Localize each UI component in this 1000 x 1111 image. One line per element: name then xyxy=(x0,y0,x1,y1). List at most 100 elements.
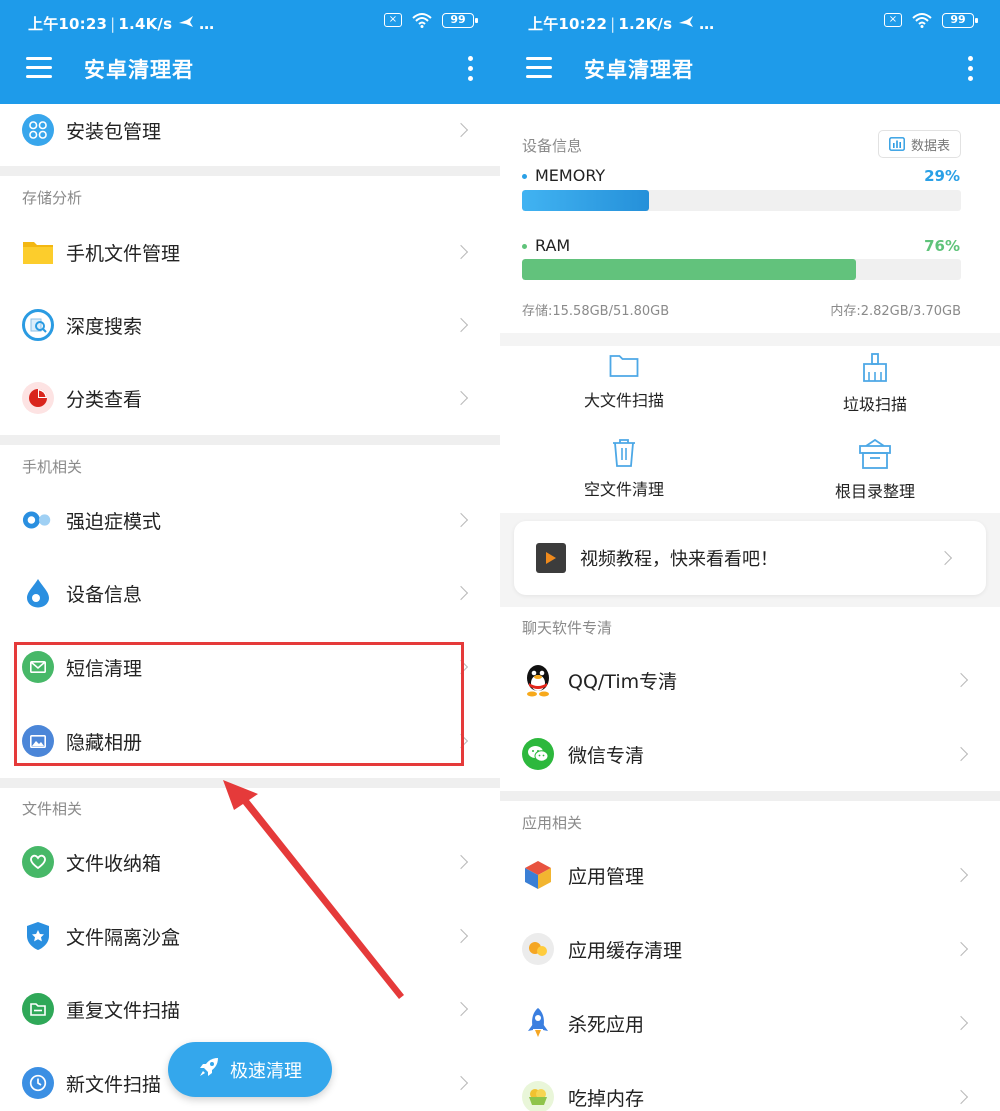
chevron-right-icon xyxy=(953,867,969,883)
data-table-button[interactable]: 数据表 xyxy=(878,130,961,158)
qq-penguin-icon xyxy=(522,664,554,697)
chevron-right-icon xyxy=(453,1001,469,1017)
memory-usage: 内存:2.82GB/3.70GB xyxy=(830,304,961,319)
chevron-right-icon xyxy=(453,512,469,528)
status-speed: 1.2K/s xyxy=(618,15,673,33)
tool-large-file-scan[interactable]: 大文件扫描 xyxy=(524,353,724,411)
list-item-device-info[interactable]: 设备信息 xyxy=(0,557,500,629)
chevron-right-icon xyxy=(953,746,969,762)
status-speed: 1.4K/s xyxy=(118,15,173,33)
status-icons: × 99 xyxy=(384,12,478,28)
chevron-right-icon xyxy=(453,1075,469,1091)
more-options-icon[interactable] xyxy=(466,56,474,82)
list-item-label: 微信专清 xyxy=(568,744,645,767)
storage-usage: 存储:15.58GB/51.80GB xyxy=(522,304,670,319)
list-item-label: 新文件扫描 xyxy=(66,1073,162,1096)
chevron-right-icon xyxy=(953,1089,969,1105)
list-item-qq-clean[interactable]: QQ/Tim专清 xyxy=(500,644,1000,716)
list-item-file-manager[interactable]: 手机文件管理 xyxy=(0,216,500,288)
video-tutorial-label: 视频教程，快来看看吧！ xyxy=(580,549,778,570)
list-item-wechat-clean[interactable]: 微信专清 xyxy=(500,718,1000,790)
status-bar: 上午10:22 | 1.2K/s … xyxy=(528,15,715,33)
app-header: 上午10:23 | 1.4K/s … × 99 安卓清理君 xyxy=(0,0,500,104)
file-folder-icon xyxy=(22,993,54,1025)
list-item-label: 手机文件管理 xyxy=(66,242,181,265)
list-item-label: 文件收纳箱 xyxy=(66,852,162,875)
section-title-storage: 存储分析 xyxy=(22,189,83,207)
list-item-label: 设备信息 xyxy=(66,583,143,606)
video-tutorial-card[interactable]: 视频教程，快来看看吧！ xyxy=(514,521,986,595)
more-options-icon[interactable] xyxy=(966,56,974,82)
chevron-right-icon xyxy=(953,1015,969,1031)
section-title-apps: 应用相关 xyxy=(522,814,583,832)
folder-icon xyxy=(22,236,54,268)
list-item-app-manager[interactable]: 应用管理 xyxy=(500,839,1000,911)
bar-chart-icon xyxy=(889,137,905,151)
list-item-app-cache[interactable]: 应用缓存清理 xyxy=(500,913,1000,985)
wifi-icon xyxy=(912,13,932,28)
list-item-label: 强迫症模式 xyxy=(66,510,162,533)
list-item-label: 深度搜索 xyxy=(66,315,143,338)
list-item-file-sandbox[interactable]: 文件隔离沙盒 xyxy=(0,900,500,972)
wechat-icon xyxy=(522,738,554,770)
list-item-label: 杀死应用 xyxy=(568,1013,645,1036)
status-time: 上午10:22 xyxy=(528,15,608,33)
ram-percent: 76% xyxy=(924,237,960,255)
left-screen: 上午10:23 | 1.4K/s … × 99 安卓清理君 安装包管理 存储分析… xyxy=(0,0,500,1111)
tool-empty-file-clean[interactable]: 空文件清理 xyxy=(524,438,724,500)
hamburger-menu-icon[interactable] xyxy=(26,57,52,79)
chevron-right-icon xyxy=(453,122,469,138)
folder-outline-icon xyxy=(609,355,639,377)
device-info-title: 设备信息 xyxy=(522,137,583,155)
cache-circles-icon xyxy=(522,933,554,965)
tool-root-organize[interactable]: 根目录整理 xyxy=(775,438,975,502)
list-item-kill-apps[interactable]: 杀死应用 xyxy=(500,987,1000,1059)
clock-icon xyxy=(22,1067,54,1099)
list-item-eat-memory[interactable]: 吃掉内存 xyxy=(500,1061,1000,1111)
list-item-duplicate-scan[interactable]: 重复文件扫描 xyxy=(0,973,500,1045)
wifi-icon xyxy=(412,13,432,28)
grid-apps-icon xyxy=(22,114,54,146)
chevron-right-icon xyxy=(453,317,469,333)
chevron-right-icon xyxy=(937,550,953,566)
list-item-apk-manager[interactable]: 安装包管理 xyxy=(0,94,500,166)
chevron-right-icon xyxy=(453,854,469,870)
trash-icon xyxy=(613,439,635,467)
list-item-file-box[interactable]: 文件收纳箱 xyxy=(0,826,500,898)
list-item-label: 重复文件扫描 xyxy=(66,999,181,1022)
status-bar: 上午10:23 | 1.4K/s … xyxy=(28,15,215,33)
fast-clean-label: 极速清理 xyxy=(230,1060,302,1082)
cube-icon xyxy=(522,859,554,891)
tool-label: 空文件清理 xyxy=(583,480,664,499)
list-item-deep-search[interactable]: 深度搜索 xyxy=(0,289,500,361)
memory-bar xyxy=(522,190,961,211)
list-item-label: 安装包管理 xyxy=(66,120,162,143)
shield-star-icon xyxy=(22,920,54,952)
list-item-label: QQ/Tim专清 xyxy=(568,670,678,693)
ram-label: RAM xyxy=(522,236,570,255)
list-item-category-view[interactable]: 分类查看 xyxy=(0,362,500,434)
memory-percent: 29% xyxy=(924,167,960,185)
list-item-label: 分类查看 xyxy=(66,388,143,411)
deep-search-icon xyxy=(22,309,54,341)
section-divider xyxy=(500,791,1000,801)
tool-label: 根目录整理 xyxy=(834,482,915,501)
status-extra: … xyxy=(699,15,715,33)
play-video-icon xyxy=(536,543,566,573)
list-item-label: 应用管理 xyxy=(568,865,645,888)
list-item-ocd-mode[interactable]: 强迫症模式 xyxy=(0,484,500,556)
tool-junk-scan[interactable]: 垃圾扫描 xyxy=(775,353,975,415)
hamburger-menu-icon[interactable] xyxy=(526,57,552,79)
status-time: 上午10:23 xyxy=(28,15,108,33)
memory-label: MEMORY xyxy=(522,166,605,185)
rocket-icon xyxy=(522,1007,554,1039)
section-divider xyxy=(0,778,500,788)
tool-label: 垃圾扫描 xyxy=(842,395,907,414)
section-title-chat: 聊天软件专清 xyxy=(522,619,613,637)
fast-clean-button[interactable]: 极速清理 xyxy=(168,1042,332,1097)
heart-icon xyxy=(22,846,54,878)
chevron-right-icon xyxy=(453,928,469,944)
tool-label: 大文件扫描 xyxy=(583,391,664,410)
status-icons: × 99 xyxy=(884,12,978,28)
battery-indicator: 99 xyxy=(942,12,978,28)
